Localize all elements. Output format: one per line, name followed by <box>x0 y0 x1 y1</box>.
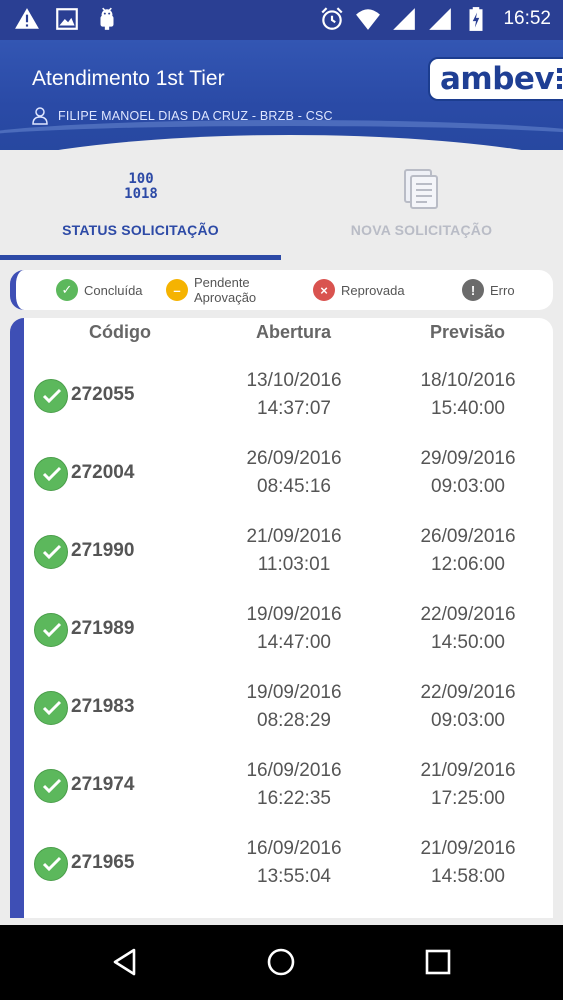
table-row[interactable]: 272055 13/10/2016 14:37:07 18/10/2016 15:4… <box>24 360 553 438</box>
wifi-icon <box>356 9 381 30</box>
android-icon <box>100 7 114 30</box>
home-icon[interactable] <box>266 947 296 977</box>
legend-item-reprovada: × Reprovada <box>313 270 405 310</box>
close-icon: × <box>313 279 335 301</box>
signal-icon <box>429 8 452 30</box>
logo-dots <box>557 68 562 92</box>
abertura-cell: 19/09/2016 14:47:00 <box>246 604 342 653</box>
image-icon <box>56 8 78 30</box>
check-icon <box>34 379 68 413</box>
tab-bar: 100 1018 STATUS SOLICITAÇÃO NOVA SOLICIT… <box>0 160 563 260</box>
ambev-logo: ambev <box>428 57 563 101</box>
user-name: FILIPE MANOEL DIAS DA CRUZ - BRZB - CSC <box>58 109 333 123</box>
table-row[interactable]: 271990 21/09/2016 11:03:01 26/09/2016 12:0… <box>24 516 553 594</box>
battery-charging-icon <box>469 7 483 31</box>
document-icon <box>404 169 438 209</box>
check-icon <box>34 613 68 647</box>
check-icon <box>34 691 68 725</box>
column-header-abertura: Abertura <box>256 322 332 342</box>
minus-icon: – <box>166 279 188 301</box>
table-row[interactable]: 272004 26/09/2016 08:45:16 29/09/2016 09:0… <box>24 438 553 516</box>
tab-label: NOVA SOLICITAÇÃO <box>350 222 493 238</box>
check-icon: ✓ <box>56 279 78 301</box>
check-icon <box>34 535 68 569</box>
request-code: 271989 <box>71 618 135 639</box>
abertura-cell: 16/09/2016 13:55:04 <box>246 838 342 887</box>
check-icon <box>34 847 68 881</box>
previsao-cell: 21/09/2016 14:58:00 <box>420 838 516 887</box>
request-code: 271983 <box>71 696 135 717</box>
legend-item-erro: ! Erro <box>462 270 515 310</box>
signal-icon <box>393 8 416 30</box>
previsao-cell: 29/09/2016 09:03:00 <box>420 448 516 497</box>
column-header-codigo: Código <box>89 322 151 342</box>
legend-item-concluida: ✓ Concluída <box>56 270 143 310</box>
app-header: Atendimento 1st Tier FILIPE MANOEL DIAS … <box>0 40 563 150</box>
abertura-cell: 26/09/2016 08:45:16 <box>246 448 342 497</box>
previsao-cell: 22/09/2016 09:03:00 <box>420 682 516 731</box>
previsao-cell: 18/10/2016 15:40:00 <box>420 370 516 419</box>
table-row[interactable]: 271965 16/09/2016 13:55:04 21/09/2016 14:5… <box>24 828 553 906</box>
request-code: 272055 <box>71 384 135 405</box>
status-legend: ✓ Concluída – Pendente Aprovação × Repro… <box>10 270 553 310</box>
table-row[interactable]: 271983 19/09/2016 08:28:29 22/09/2016 09:0… <box>24 672 553 750</box>
recents-icon[interactable] <box>423 947 453 977</box>
check-icon <box>34 457 68 491</box>
logo-text: ambev <box>440 61 555 97</box>
requests-list[interactable]: Código Abertura Previsão 272055 13/10/20… <box>10 318 553 918</box>
tab-nova-solicitacao[interactable]: NOVA SOLICITAÇÃO <box>281 160 562 260</box>
alarm-icon <box>321 7 343 30</box>
legend-item-pendente: – Pendente Aprovação <box>166 270 264 310</box>
page-title: Atendimento 1st Tier <box>32 67 225 90</box>
abertura-cell: 21/09/2016 11:03:01 <box>246 526 342 575</box>
abertura-cell: 13/10/2016 14:37:07 <box>246 370 342 419</box>
active-tab-indicator <box>0 255 281 260</box>
request-code: 272004 <box>71 462 135 483</box>
table-row[interactable]: 271989 19/09/2016 14:47:00 22/09/2016 14:5… <box>24 594 553 672</box>
navigation-bar <box>0 925 563 1000</box>
status-bar: 16:52 <box>0 0 563 40</box>
legend-label: Erro <box>490 282 515 298</box>
abertura-cell: 16/09/2016 16:22:35 <box>246 760 342 809</box>
column-header-previsao: Previsão <box>430 322 506 342</box>
table-row[interactable]: 271974 16/09/2016 16:22:35 21/09/2016 17:2… <box>24 750 553 828</box>
user-icon <box>32 107 48 125</box>
user-info: FILIPE MANOEL DIAS DA CRUZ - BRZB - CSC <box>32 107 333 125</box>
tab-label: STATUS SOLICITAÇÃO <box>62 222 219 238</box>
legend-label: Pendente Aprovação <box>194 275 257 305</box>
warning-icon <box>15 8 39 29</box>
clock: 16:52 <box>503 8 551 29</box>
previsao-cell: 22/09/2016 14:50:00 <box>420 604 516 653</box>
request-code: 271974 <box>71 774 135 795</box>
request-code: 271965 <box>71 852 135 873</box>
legend-label: Reprovada <box>341 282 405 298</box>
tab-status-solicitacao[interactable]: 100 1018 STATUS SOLICITAÇÃO <box>0 160 281 260</box>
previsao-cell: 26/09/2016 12:06:00 <box>420 526 516 575</box>
legend-label: Concluída <box>84 282 143 298</box>
request-code: 271990 <box>71 540 135 561</box>
back-icon[interactable] <box>110 947 140 977</box>
previsao-cell: 21/09/2016 17:25:00 <box>420 760 516 809</box>
binary-icon: 100 1018 <box>124 171 158 202</box>
check-icon <box>34 769 68 803</box>
exclamation-icon: ! <box>462 279 484 301</box>
abertura-cell: 19/09/2016 08:28:29 <box>246 682 342 731</box>
